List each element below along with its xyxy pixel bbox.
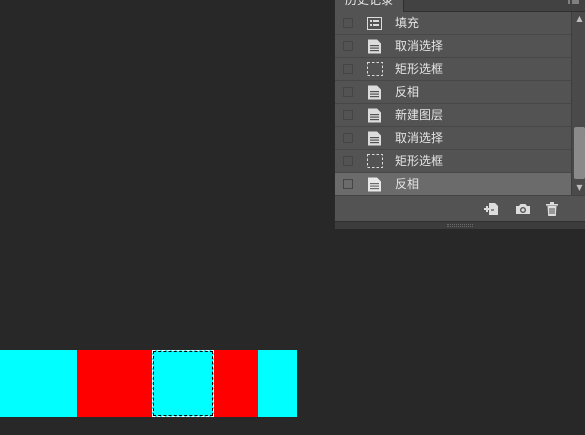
snapshot-source-checkbox[interactable]	[343, 18, 353, 28]
panel-menu-icon[interactable]	[566, 0, 580, 9]
panel-header: 历史记录	[335, 0, 585, 12]
history-state[interactable]: 新建图层	[335, 104, 571, 127]
scroll-up-arrow-icon[interactable]: ▲	[574, 14, 585, 24]
fill-icon	[367, 16, 382, 31]
history-state-label: 取消选择	[395, 39, 444, 53]
marquee-icon	[367, 62, 383, 77]
grip-dots	[447, 224, 473, 227]
history-state[interactable]: 矩形选框	[335, 58, 571, 81]
history-state-label: 矩形选框	[395, 62, 444, 76]
snapshot-source-checkbox[interactable]	[343, 87, 353, 97]
scroll-down-arrow-icon[interactable]: ▼	[574, 183, 585, 193]
snapshot-source-checkbox[interactable]	[343, 41, 353, 51]
tab-history[interactable]: 历史记录	[335, 0, 405, 12]
new-document-from-state-icon[interactable]	[483, 201, 499, 217]
snapshot-source-checkbox[interactable]	[343, 156, 353, 166]
history-state[interactable]: 取消选择	[335, 127, 571, 150]
history-scrollbar[interactable]: ▲ ▼	[571, 12, 585, 195]
history-state-label: 新建图层	[395, 108, 444, 122]
red-block	[77, 350, 152, 417]
snapshot-camera-icon[interactable]	[515, 201, 531, 217]
history-state-active[interactable]: 反相	[335, 173, 571, 196]
history-state[interactable]: 矩形选框	[335, 150, 571, 173]
history-state[interactable]: 反相	[335, 81, 571, 104]
cyan-block	[258, 350, 297, 417]
history-state[interactable]: 取消选择	[335, 35, 571, 58]
document-icon	[367, 108, 382, 123]
document-icon	[367, 177, 382, 192]
history-state[interactable]: 填充	[335, 12, 571, 35]
marquee-icon	[367, 154, 383, 169]
snapshot-source-checkbox[interactable]	[343, 64, 353, 74]
red-block	[214, 350, 258, 417]
history-panel: 历史记录 填充 取消选择 矩形选框 反相 新建图层 取消选择 矩形选框 反相 ▲…	[334, 0, 585, 229]
history-state-label: 取消选择	[395, 131, 444, 145]
history-state-label: 反相	[395, 85, 420, 99]
history-footer	[335, 195, 585, 221]
document-icon	[367, 131, 382, 146]
cyan-block	[0, 350, 77, 417]
snapshot-source-checkbox[interactable]	[343, 133, 353, 143]
document-icon	[367, 85, 382, 100]
history-list: 填充 取消选择 矩形选框 反相 新建图层 取消选择 矩形选框 反相	[335, 12, 571, 196]
marquee-selection[interactable]	[152, 350, 214, 417]
history-state-label: 矩形选框	[395, 154, 444, 168]
snapshot-source-checkbox[interactable]	[343, 179, 353, 189]
document-icon	[367, 39, 382, 54]
panel-resize-grip[interactable]	[335, 221, 585, 229]
scrollbar-thumb[interactable]	[574, 127, 585, 179]
history-state-label: 反相	[395, 177, 420, 191]
snapshot-source-checkbox[interactable]	[343, 110, 353, 120]
history-state-label: 填充	[395, 16, 420, 30]
trash-icon[interactable]	[544, 201, 560, 217]
